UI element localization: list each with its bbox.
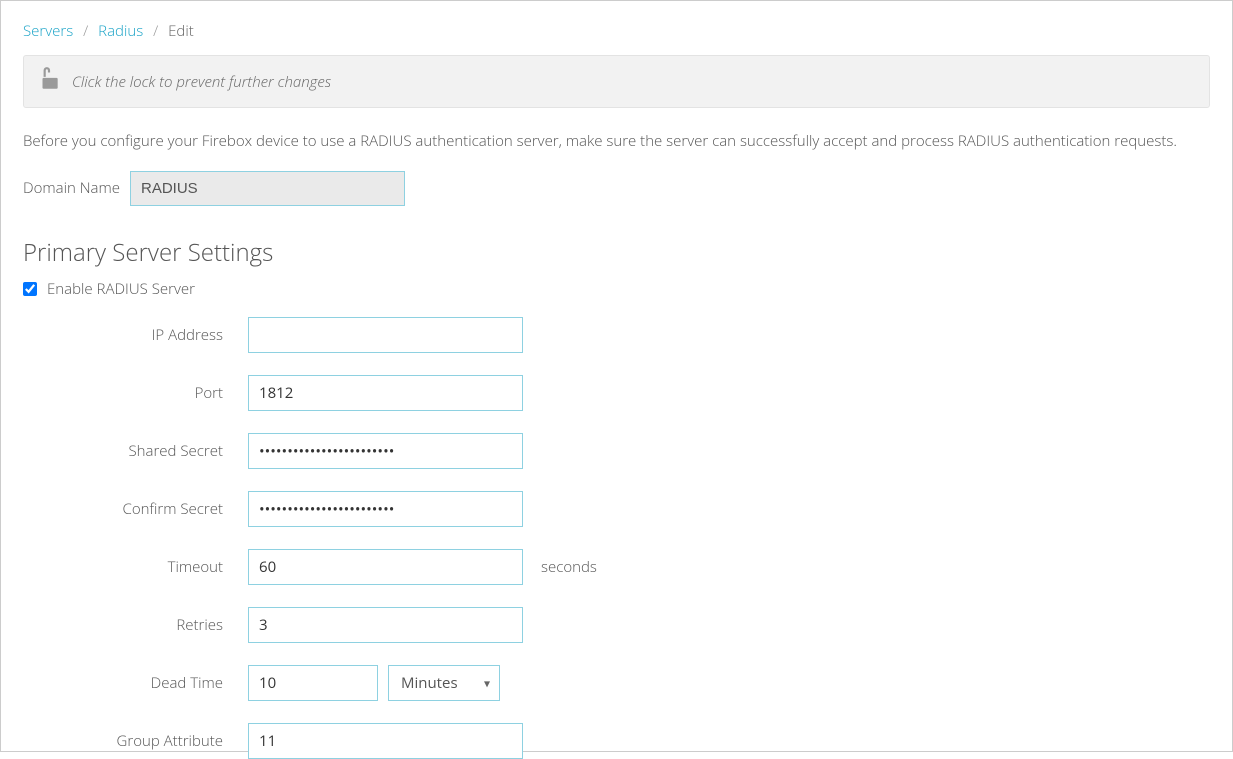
timeout-suffix: seconds bbox=[541, 557, 597, 577]
breadcrumb-link-radius[interactable]: Radius bbox=[98, 21, 143, 41]
dead-time-row: Dead Time Minutes bbox=[23, 665, 1210, 701]
unlock-icon[interactable] bbox=[36, 66, 62, 97]
confirm-secret-label: Confirm Secret bbox=[23, 499, 248, 519]
retries-input[interactable] bbox=[248, 607, 523, 643]
ip-address-label: IP Address bbox=[23, 325, 248, 345]
timeout-label: Timeout bbox=[23, 557, 248, 577]
breadcrumb-separator: / bbox=[153, 21, 158, 41]
group-attribute-input[interactable] bbox=[248, 723, 523, 759]
group-attribute-row: Group Attribute bbox=[23, 723, 1210, 759]
lock-banner-text: Click the lock to prevent further change… bbox=[72, 72, 331, 92]
dead-time-unit-select[interactable]: Minutes bbox=[388, 665, 500, 701]
intro-text: Before you configure your Firebox device… bbox=[23, 130, 1210, 153]
enable-radius-row: Enable RADIUS Server bbox=[23, 279, 1210, 299]
timeout-row: Timeout seconds bbox=[23, 549, 1210, 585]
shared-secret-label: Shared Secret bbox=[23, 441, 248, 461]
group-attribute-label: Group Attribute bbox=[23, 731, 248, 751]
domain-name-input bbox=[130, 171, 405, 206]
breadcrumb-separator: / bbox=[83, 21, 88, 41]
breadcrumb: Servers / Radius / Edit bbox=[23, 21, 1210, 41]
domain-name-label: Domain Name bbox=[23, 178, 120, 198]
breadcrumb-link-servers[interactable]: Servers bbox=[23, 21, 73, 41]
ip-address-row: IP Address bbox=[23, 317, 1210, 353]
ip-address-input[interactable] bbox=[248, 317, 523, 353]
timeout-input[interactable] bbox=[248, 549, 523, 585]
breadcrumb-current: Edit bbox=[168, 21, 194, 41]
domain-name-row: Domain Name bbox=[23, 171, 1210, 206]
port-label: Port bbox=[23, 383, 248, 403]
shared-secret-row: Shared Secret bbox=[23, 433, 1210, 469]
dead-time-unit-wrap: Minutes bbox=[388, 665, 500, 701]
retries-label: Retries bbox=[23, 615, 248, 635]
confirm-secret-input[interactable] bbox=[248, 491, 523, 527]
confirm-secret-row: Confirm Secret bbox=[23, 491, 1210, 527]
enable-radius-label: Enable RADIUS Server bbox=[47, 279, 195, 299]
port-input[interactable] bbox=[248, 375, 523, 411]
dead-time-input[interactable] bbox=[248, 665, 378, 701]
section-title: Primary Server Settings bbox=[23, 236, 1210, 269]
shared-secret-input[interactable] bbox=[248, 433, 523, 469]
lock-banner: Click the lock to prevent further change… bbox=[23, 55, 1210, 108]
retries-row: Retries bbox=[23, 607, 1210, 643]
enable-radius-checkbox[interactable] bbox=[23, 282, 37, 296]
dead-time-label: Dead Time bbox=[23, 673, 248, 693]
port-row: Port bbox=[23, 375, 1210, 411]
